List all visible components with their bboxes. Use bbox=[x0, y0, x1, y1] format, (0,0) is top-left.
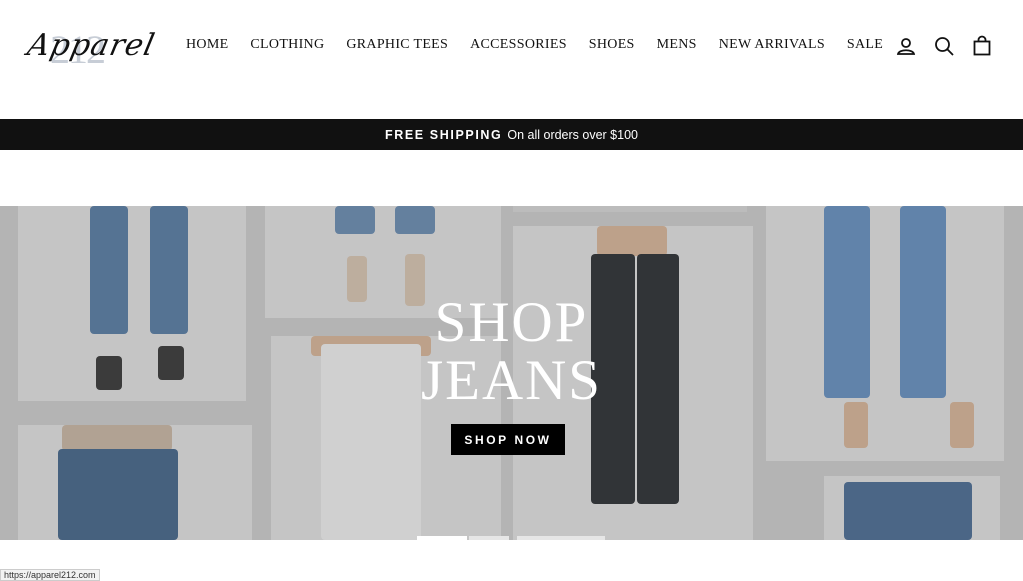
nav-item-shoes[interactable]: SHOES bbox=[589, 37, 635, 53]
hero-title-line-1: SHOP bbox=[434, 291, 589, 354]
slide-dot-1[interactable] bbox=[417, 536, 467, 540]
brand-logo[interactable]: 212 Apparel bbox=[24, 18, 158, 72]
search-icon[interactable] bbox=[933, 35, 955, 57]
announcement-text: On all orders over $100 bbox=[507, 127, 638, 142]
slide-dot-2[interactable] bbox=[469, 536, 509, 540]
nav-item-graphic-tees[interactable]: GRAPHIC TEES bbox=[346, 37, 448, 53]
slide-dot-3[interactable] bbox=[517, 536, 605, 540]
main-nav: HOME CLOTHING GRAPHIC TEES ACCESSORIES S… bbox=[186, 37, 905, 53]
announcement-bar: FREE SHIPPING On all orders over $100 bbox=[0, 119, 1023, 150]
shop-now-button[interactable]: SHOP NOW bbox=[451, 424, 565, 455]
nav-item-sale[interactable]: SALE bbox=[847, 37, 883, 53]
logo-script: Apparel bbox=[24, 28, 159, 63]
cart-icon[interactable] bbox=[971, 35, 993, 57]
hero-title-line-2: JEANS bbox=[420, 349, 603, 412]
nav-item-new-arrivals[interactable]: NEW ARRIVALS bbox=[719, 37, 825, 53]
nav-item-accessories[interactable]: ACCESSORIES bbox=[470, 37, 567, 53]
site-header: 212 Apparel HOME CLOTHING GRAPHIC TEES A… bbox=[0, 0, 1023, 119]
account-icon[interactable] bbox=[895, 35, 917, 57]
slide-indicators bbox=[417, 536, 607, 540]
nav-item-clothing[interactable]: CLOTHING bbox=[250, 37, 324, 53]
hero-title: SHOP JEANS bbox=[0, 294, 1023, 410]
header-icons bbox=[895, 35, 1009, 57]
nav-item-mens[interactable]: MENS bbox=[657, 37, 697, 53]
status-bar-url: https://apparel212.com bbox=[0, 569, 100, 581]
nav-item-home[interactable]: HOME bbox=[186, 37, 228, 53]
hero-banner[interactable]: SHOP JEANS SHOP NOW bbox=[0, 206, 1023, 540]
announcement-strong: FREE SHIPPING bbox=[385, 127, 503, 142]
